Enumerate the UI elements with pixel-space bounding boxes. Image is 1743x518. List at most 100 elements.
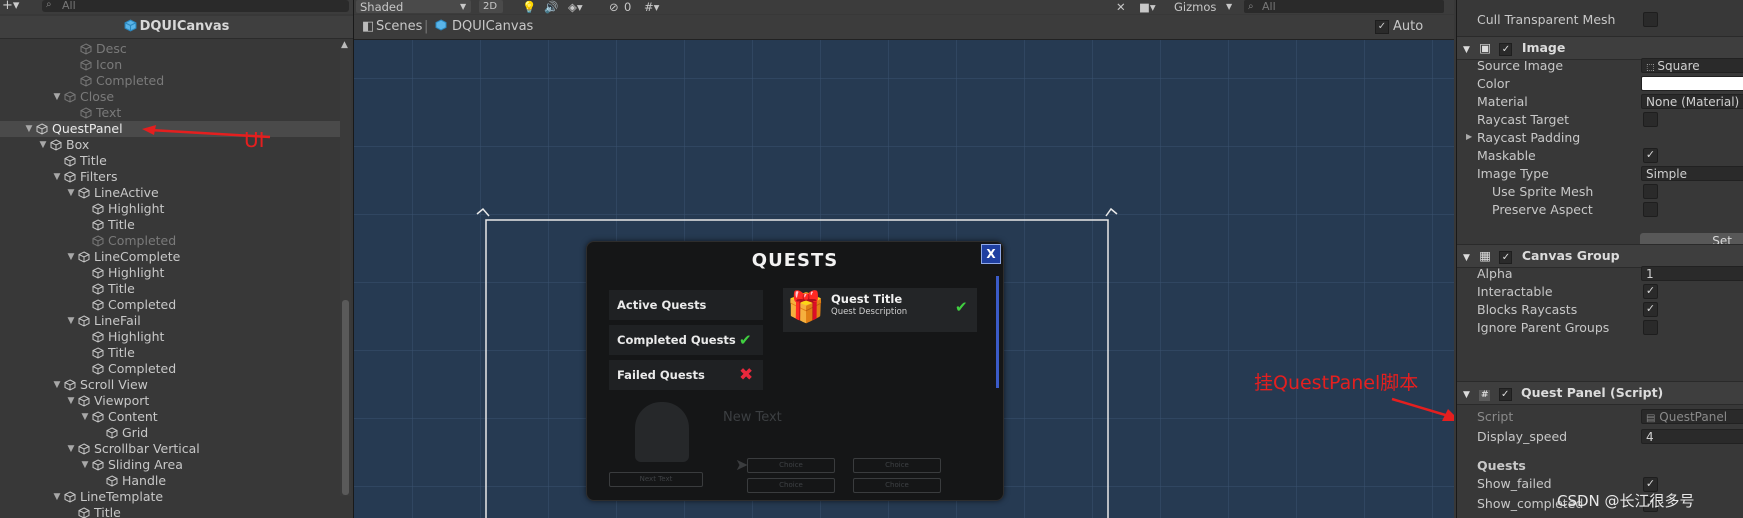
hierarchy-row[interactable]: Completed — [0, 361, 340, 377]
image-component-header[interactable]: ▼ ▣ ✓ Image — [1457, 36, 1743, 60]
hierarchy-row[interactable]: Title — [0, 153, 340, 169]
filter-completed-quests[interactable]: Completed Quests ✔ — [609, 325, 763, 355]
foldout-icon[interactable]: ▼ — [52, 377, 62, 393]
breadcrumb-canvas[interactable]: DQUICanvas — [452, 15, 533, 39]
quest-scrollbar[interactable] — [996, 276, 999, 388]
image-prop-field[interactable]: None (Material) — [1641, 94, 1743, 109]
canvas-group-prop-checkbox[interactable]: ✓ — [1643, 284, 1658, 299]
hierarchy-row[interactable]: Completed — [0, 233, 340, 249]
foldout-icon[interactable]: ▼ — [52, 169, 62, 185]
grid-icon[interactable]: #▾ — [644, 0, 659, 14]
image-prop-field[interactable]: ⬚ Square — [1641, 58, 1743, 73]
display-speed-input[interactable]: 4 — [1641, 429, 1743, 444]
choice-button[interactable]: Choice — [747, 458, 835, 473]
lighting-icon[interactable]: 💡 — [522, 0, 536, 14]
foldout-icon[interactable]: ▼ — [80, 409, 90, 425]
hierarchy-row[interactable]: Title — [0, 345, 340, 361]
hierarchy-row[interactable]: ▼ LineTemplate — [0, 489, 340, 505]
hierarchy-row[interactable]: ▼ Scroll View — [0, 377, 340, 393]
hierarchy-row[interactable]: ▼ Filters — [0, 169, 340, 185]
foldout-icon[interactable]: ▼ — [38, 137, 48, 153]
image-prop-field[interactable] — [1641, 76, 1743, 91]
hierarchy-row[interactable]: ▼ LineFail — [0, 313, 340, 329]
enabled-checkbox[interactable]: ✓ — [1499, 43, 1513, 56]
canvas-group-prop-field[interactable]: 1 — [1641, 266, 1743, 281]
foldout-icon[interactable]: ▼ — [66, 249, 76, 265]
foldout-icon[interactable]: ▼ — [24, 121, 34, 137]
add-icon[interactable]: +▾ — [2, 0, 19, 13]
foldout-icon[interactable]: ▼ — [66, 393, 76, 409]
image-prop-field[interactable]: Simple — [1641, 166, 1743, 181]
hierarchy-row[interactable]: ▼ LineComplete — [0, 249, 340, 265]
scene-search-input[interactable]: ⌕ All — [1244, 0, 1444, 13]
hierarchy-row[interactable]: ▼ Close — [0, 89, 340, 105]
foldout-icon[interactable]: ▼ — [52, 489, 62, 505]
hierarchy-row[interactable]: Handle — [0, 473, 340, 489]
auto-save-checkbox[interactable]: ✓ — [1375, 20, 1389, 34]
hierarchy-row[interactable]: Icon — [0, 57, 340, 73]
foldout-icon[interactable]: ▼ — [66, 185, 76, 201]
hierarchy-row[interactable]: ▼ LineActive — [0, 185, 340, 201]
mode-2d-button[interactable]: 2D — [479, 0, 503, 13]
hierarchy-row[interactable]: ▼ Content — [0, 409, 340, 425]
hierarchy-row[interactable]: Title — [0, 505, 340, 518]
foldout-icon[interactable]: ▶ — [1466, 132, 1472, 141]
hierarchy-row[interactable]: Highlight — [0, 201, 340, 217]
filter-failed-quests[interactable]: Failed Quests ✖ — [609, 360, 763, 390]
effects-icon[interactable]: ◈▾ — [568, 0, 583, 14]
hierarchy-scroll-thumb[interactable] — [342, 300, 349, 495]
choice-button[interactable]: Choice — [853, 458, 941, 473]
foldout-icon[interactable]: ▼ — [52, 89, 62, 105]
foldout-icon[interactable]: ▼ — [1463, 253, 1470, 263]
image-prop-checkbox[interactable] — [1643, 202, 1658, 217]
hierarchy-row[interactable]: Completed — [0, 73, 340, 89]
hierarchy-row[interactable]: Title — [0, 281, 340, 297]
hierarchy-row[interactable]: Highlight — [0, 265, 340, 281]
close-button[interactable]: X — [981, 244, 1001, 264]
audio-icon[interactable]: 🔊 — [544, 0, 558, 14]
image-prop-checkbox[interactable] — [1643, 112, 1658, 127]
hierarchy-row[interactable]: ▼ Scrollbar Vertical — [0, 441, 340, 457]
canvas-group-prop-checkbox[interactable] — [1643, 320, 1658, 335]
hierarchy-row[interactable]: Title — [0, 217, 340, 233]
foldout-icon[interactable]: ▼ — [66, 441, 76, 457]
hierarchy-row[interactable]: Highlight — [0, 329, 340, 345]
scroll-up-icon[interactable]: ▲ — [341, 40, 348, 50]
hierarchy-row[interactable]: Desc — [0, 41, 340, 57]
next-button[interactable]: Next Text — [609, 472, 703, 487]
canvas-group-prop-checkbox[interactable]: ✓ — [1643, 302, 1658, 317]
foldout-icon[interactable]: ▼ — [1463, 45, 1470, 55]
foldout-icon[interactable]: ▼ — [80, 457, 90, 473]
hierarchy-row[interactable]: ▼ Viewport — [0, 393, 340, 409]
tools-icon[interactable]: ✕ — [1116, 0, 1126, 14]
enabled-checkbox[interactable]: ✓ — [1498, 388, 1512, 401]
image-prop-checkbox[interactable] — [1643, 184, 1658, 199]
choice-button[interactable]: Choice — [853, 478, 941, 493]
hierarchy-row[interactable]: Grid — [0, 425, 340, 441]
breadcrumb-scenes[interactable]: Scenes — [376, 15, 422, 39]
shading-dropdown[interactable]: Shaded ▼ — [356, 0, 471, 14]
enabled-checkbox[interactable]: ✓ — [1499, 251, 1513, 264]
foldout-icon[interactable]: ▼ — [66, 313, 76, 329]
cube-icon — [124, 19, 137, 32]
hierarchy-row[interactable]: Text — [0, 105, 340, 121]
filter-active-quests[interactable]: Active Quests — [609, 290, 763, 320]
choice-button[interactable]: Choice — [747, 478, 835, 493]
breadcrumb-divider: | — [424, 19, 429, 34]
script-field[interactable]: ▤ QuestPanel — [1641, 409, 1743, 424]
scene-view[interactable]: QUESTS X Active Quests Completed Quests … — [354, 40, 1454, 518]
cull-transparent-mesh-checkbox[interactable] — [1643, 12, 1658, 27]
canvas-group-header[interactable]: ▼ ▦ ✓ Canvas Group — [1457, 244, 1743, 268]
quest-entry[interactable]: 🎁 Quest Title Quest Description ✔ — [783, 288, 977, 332]
gizmos-dropdown[interactable]: Gizmos — [1174, 0, 1216, 14]
image-prop-label: Material — [1477, 94, 1528, 109]
hierarchy-search-input[interactable]: All — [42, 0, 349, 12]
camera-icon[interactable]: ■▾ — [1139, 0, 1156, 14]
image-prop-checkbox[interactable]: ✓ — [1643, 148, 1658, 163]
quest-panel[interactable]: QUESTS X Active Quests Completed Quests … — [586, 241, 1004, 501]
hierarchy-row[interactable]: Completed — [0, 297, 340, 313]
quest-panel-script-header[interactable]: ▼ # ✓ Quest Panel (Script) — [1457, 381, 1743, 405]
hierarchy-row[interactable]: ▼ Sliding Area — [0, 457, 340, 473]
hidden-objects-icon[interactable]: ⊘ — [609, 0, 619, 14]
foldout-icon[interactable]: ▼ — [1463, 390, 1470, 400]
